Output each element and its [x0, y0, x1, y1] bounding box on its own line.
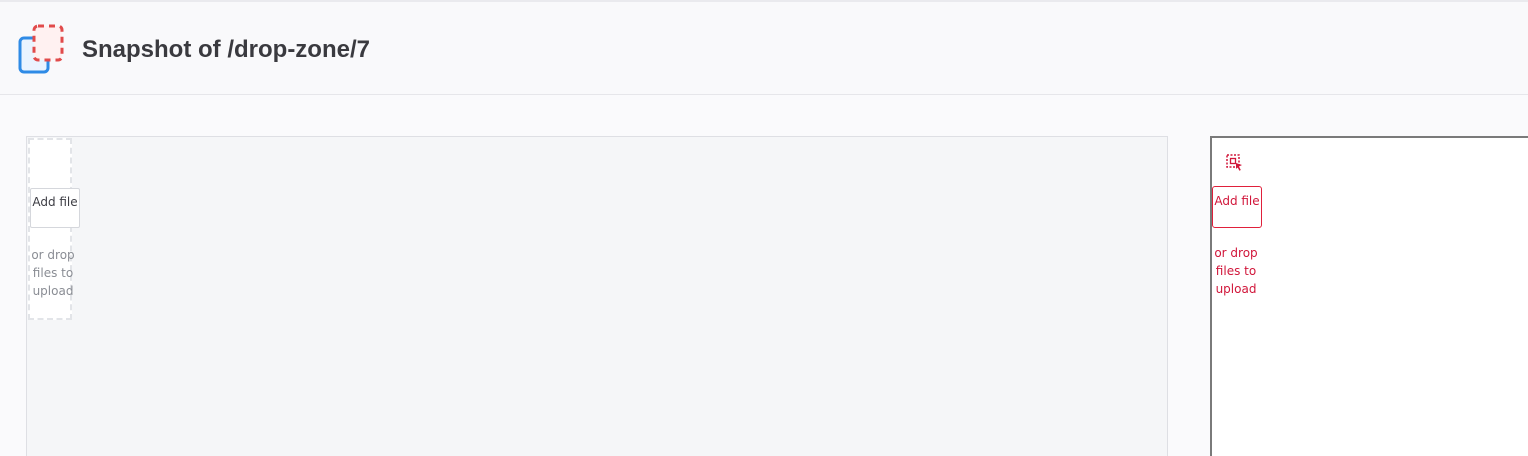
- drop-zone-left[interactable]: Add file or drop files to upload: [28, 138, 80, 320]
- snapshot-logo-icon: [18, 24, 64, 74]
- drop-hint-right: or drop files to upload: [1214, 246, 1258, 296]
- page-title: Snapshot of /drop-zone/7: [82, 36, 370, 63]
- page: Snapshot of /drop-zone/7 Add file or dro…: [0, 0, 1528, 456]
- header: Snapshot of /drop-zone/7: [0, 2, 1528, 95]
- snapshot-right-pane: Add file or drop files to upload: [1210, 136, 1528, 456]
- snapshot-left-pane: Add file or drop files to upload: [26, 136, 1168, 456]
- add-file-button-left[interactable]: Add file: [30, 188, 80, 228]
- dashed-select-icon: [1226, 154, 1242, 171]
- drop-hint-left: or drop files to upload: [31, 248, 75, 298]
- add-file-button-right[interactable]: Add file: [1212, 186, 1262, 228]
